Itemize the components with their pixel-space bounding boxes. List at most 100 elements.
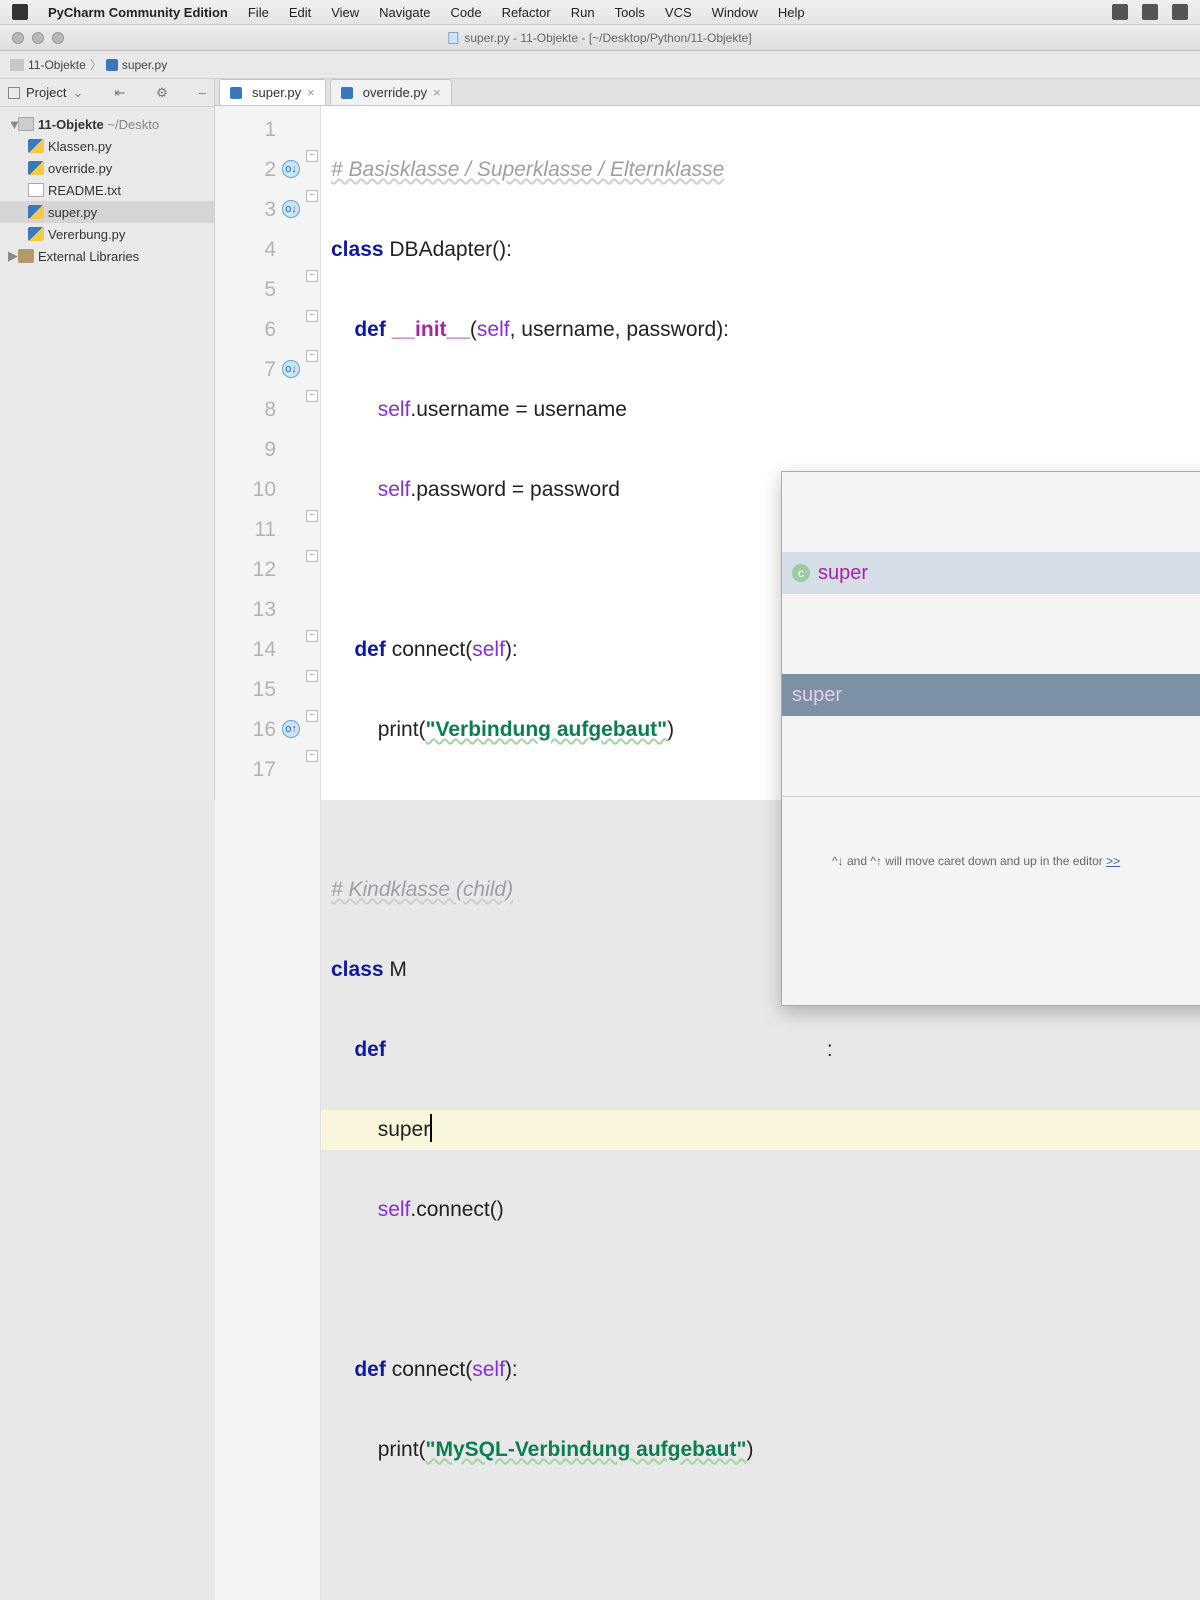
override-down-icon[interactable]: o — [282, 200, 300, 218]
hint-link[interactable]: >> — [1106, 854, 1120, 868]
menu-navigate[interactable]: Navigate — [379, 5, 430, 20]
completion-hint: ^↓ and ^↑ will move caret down and up in… — [782, 796, 1200, 925]
line-number[interactable]: 1 — [215, 110, 320, 150]
current-line[interactable]: super — [321, 1110, 1200, 1150]
menu-code[interactable]: Code — [450, 5, 481, 20]
line-number[interactable]: 15 — [215, 670, 320, 710]
fold-marker-icon[interactable]: − — [306, 310, 318, 322]
line-number[interactable]: 9 — [215, 430, 320, 470]
status-icon-2[interactable] — [1142, 4, 1158, 20]
line-number[interactable]: 7o — [215, 350, 320, 390]
fold-marker-icon[interactable]: − — [306, 190, 318, 202]
line-number[interactable]: 12 — [215, 550, 320, 590]
tree-expand-icon[interactable]: ▶ — [8, 248, 18, 264]
tree-file[interactable]: README.txt — [0, 179, 214, 201]
python-file-icon — [341, 87, 353, 99]
line-number[interactable]: 3o — [215, 190, 320, 230]
line-number[interactable]: 6 — [215, 310, 320, 350]
menu-file[interactable]: File — [248, 5, 269, 20]
line-number[interactable]: 4 — [215, 230, 320, 270]
code-text: print( — [378, 1438, 426, 1461]
code-comment: # Kindklasse (child) — [331, 878, 513, 901]
tree-file[interactable]: Klassen.py — [0, 135, 214, 157]
breadcrumb-file[interactable]: super.py — [122, 58, 167, 72]
fold-marker-icon[interactable]: − — [306, 670, 318, 682]
tree-file[interactable]: Vererbung.py — [0, 223, 214, 245]
tree-file[interactable]: override.py — [0, 157, 214, 179]
traffic-minimize[interactable] — [32, 32, 44, 44]
python-file-icon — [448, 32, 458, 44]
code-content[interactable]: # Basisklasse / Superklasse / Elternklas… — [321, 106, 1200, 1600]
override-up-icon[interactable]: o — [282, 720, 300, 738]
close-icon[interactable]: × — [307, 85, 315, 100]
line-number[interactable]: 11 — [215, 510, 320, 550]
menu-run[interactable]: Run — [571, 5, 595, 20]
editor-tab[interactable]: override.py × — [330, 79, 452, 105]
code-function: connect — [392, 638, 466, 661]
traffic-close[interactable] — [12, 32, 24, 44]
traffic-lights — [0, 32, 64, 44]
code-string: "MySQL-Verbindung aufgebaut" — [426, 1438, 747, 1461]
close-icon[interactable]: × — [433, 85, 441, 100]
line-number[interactable]: 2o — [215, 150, 320, 190]
collapse-icon[interactable]: ⇤ — [114, 85, 125, 101]
tree-expand-icon[interactable]: ▼ — [8, 117, 18, 132]
menu-vcs[interactable]: VCS — [665, 5, 692, 20]
status-icon-3[interactable] — [1172, 4, 1188, 20]
code-string: "Verbindung aufgebaut" — [426, 718, 668, 741]
fold-marker-icon[interactable]: − — [306, 710, 318, 722]
line-number[interactable]: 16o — [215, 710, 320, 750]
fold-marker-icon[interactable]: − — [306, 350, 318, 362]
line-number[interactable]: 14 — [215, 630, 320, 670]
line-number[interactable]: 17 — [215, 750, 320, 790]
fold-marker-icon[interactable]: − — [306, 550, 318, 562]
menu-edit[interactable]: Edit — [289, 5, 311, 20]
breadcrumb-folder[interactable]: 11-Objekte — [28, 58, 86, 72]
project-tree[interactable]: ▼ 11-Objekte ~/Deskto Klassen.py overrid… — [0, 107, 214, 273]
line-number-gutter[interactable]: 1 2o 3o 4 5 6 7o 8 9 10 11 12 13 14 15 1… — [215, 106, 321, 1600]
line-number[interactable]: 5 — [215, 270, 320, 310]
hint-text: ^↓ and ^↑ will move caret down and up in… — [832, 854, 1106, 868]
traffic-zoom[interactable] — [52, 32, 64, 44]
tree-file-selected[interactable]: super.py — [0, 201, 214, 223]
tree-external-libs[interactable]: ▶ External Libraries — [0, 245, 214, 267]
fold-marker-icon[interactable]: − — [306, 270, 318, 282]
line-number[interactable]: 10 — [215, 470, 320, 510]
override-down-icon[interactable]: o — [282, 360, 300, 378]
menu-view[interactable]: View — [331, 5, 359, 20]
library-icon — [18, 249, 34, 263]
code-identifier: DBAdapter(): — [389, 238, 512, 261]
line-number[interactable]: 13 — [215, 590, 320, 630]
chevron-down-icon[interactable]: ⌄ — [72, 85, 83, 101]
tree-root-label: 11-Objekte — [38, 117, 104, 132]
status-icon-1[interactable] — [1112, 4, 1128, 20]
override-down-icon[interactable]: o — [282, 160, 300, 178]
gear-icon[interactable]: ⚙ — [156, 85, 168, 101]
menu-tools[interactable]: Tools — [615, 5, 645, 20]
folder-icon — [10, 59, 24, 71]
app-name[interactable]: PyCharm Community Edition — [48, 5, 228, 20]
line-number[interactable]: 8 — [215, 390, 320, 430]
text-file-icon — [28, 183, 44, 197]
fold-marker-icon[interactable]: − — [306, 390, 318, 402]
editor-tab-active[interactable]: super.py × — [219, 79, 326, 105]
code-self: self — [378, 398, 411, 421]
fold-marker-icon[interactable]: − — [306, 750, 318, 762]
menu-refactor[interactable]: Refactor — [502, 5, 551, 20]
project-view-icon[interactable] — [8, 87, 20, 99]
completion-item[interactable]: csuper builtins — [782, 552, 1200, 594]
tree-root[interactable]: ▼ 11-Objekte ~/Deskto — [0, 113, 214, 135]
fold-marker-icon[interactable]: − — [306, 150, 318, 162]
menu-window[interactable]: Window — [712, 5, 758, 20]
code-completion-popup[interactable]: csuper builtins super 'super(...)' call … — [781, 471, 1200, 1006]
menu-help[interactable]: Help — [778, 5, 805, 20]
code-editor[interactable]: 1 2o 3o 4 5 6 7o 8 9 10 11 12 13 14 15 1… — [215, 106, 1200, 1600]
code-text: print( — [378, 718, 426, 741]
fold-marker-icon[interactable]: − — [306, 510, 318, 522]
tab-label: super.py — [252, 85, 301, 100]
fold-marker-icon[interactable]: − — [306, 630, 318, 642]
hide-icon[interactable]: ‒ — [199, 85, 206, 100]
project-pane-title[interactable]: Project — [26, 85, 66, 100]
completion-item-selected[interactable]: super 'super(...)' call — [782, 674, 1200, 716]
code-text: .password = password — [410, 478, 620, 501]
